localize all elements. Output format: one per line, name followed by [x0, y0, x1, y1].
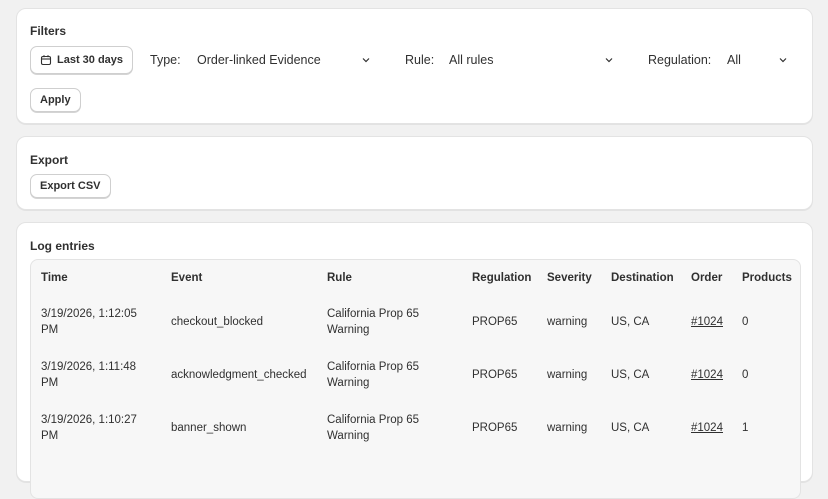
col-header-destination: Destination [611, 272, 674, 284]
regulation-label: Regulation: [648, 53, 712, 67]
order-link[interactable]: #1024 [691, 316, 723, 328]
col-header-event: Event [171, 272, 203, 284]
regulation-select[interactable]: All [727, 49, 789, 71]
regulation-select-value: All [727, 53, 741, 67]
row-order: #1024 [691, 314, 723, 330]
row-severity: warning [547, 422, 588, 434]
type-select-value: Order-linked Evidence [197, 53, 321, 67]
log-title: Log entries [30, 239, 95, 253]
date-range-button[interactable]: Last 30 days [30, 46, 134, 74]
row-order: #1024 [691, 420, 723, 436]
export-title: Export [30, 153, 69, 167]
calendar-icon [40, 55, 52, 66]
chevron-down-icon [605, 58, 613, 63]
type-label: Type: [150, 53, 181, 67]
order-link[interactable]: #1024 [691, 369, 723, 381]
row-destination: US, CA [611, 316, 650, 328]
row-time: 3/19/2026, 1:10:27 PM [41, 414, 137, 442]
row-products: 0 [742, 369, 749, 381]
export-csv-button[interactable]: Export CSV [30, 174, 111, 198]
col-header-rule: Rule [327, 272, 352, 284]
apply-button[interactable]: Apply [30, 88, 81, 112]
filters-card: Filters Last 30 days Type: Order-linked … [16, 8, 813, 124]
rule-select-value: All rules [449, 53, 494, 67]
row-regulation: PROP65 [472, 369, 518, 381]
chevron-down-icon [362, 58, 370, 63]
type-select[interactable]: Order-linked Evidence [197, 49, 372, 71]
row-rule: California Prop 65 Warning [327, 414, 420, 442]
row-time: 3/19/2026, 1:11:48 PM [41, 361, 137, 389]
order-link[interactable]: #1024 [691, 422, 723, 434]
row-rule: California Prop 65 Warning [327, 308, 420, 336]
export-card: Export Export CSV [16, 136, 813, 210]
col-header-regulation: Regulation [472, 272, 532, 284]
row-destination: US, CA [611, 422, 650, 434]
col-header-order: Order [691, 272, 723, 284]
row-products: 0 [742, 316, 749, 328]
log-card: Log entries Time Event Rule Regulation S… [16, 222, 813, 499]
row-order: #1024 [691, 367, 723, 383]
row-regulation: PROP65 [472, 422, 518, 434]
rule-label: Rule: [405, 53, 435, 67]
row-event: banner_shown [171, 422, 247, 434]
chevron-down-icon [779, 58, 787, 63]
log-table: Time Event Rule Regulation Severity Dest… [30, 259, 801, 499]
col-header-time: Time [41, 272, 68, 284]
row-regulation: PROP65 [472, 316, 518, 328]
row-products: 1 [742, 422, 749, 434]
col-header-severity: Severity [547, 272, 592, 284]
row-event: acknowledgment_checked [171, 369, 307, 381]
row-rule: California Prop 65 Warning [327, 361, 420, 389]
row-severity: warning [547, 316, 588, 328]
date-range-label: Last 30 days [57, 54, 124, 66]
row-severity: warning [547, 369, 588, 381]
row-event: checkout_blocked [171, 316, 264, 328]
filters-title: Filters [30, 24, 67, 38]
col-header-products: Products [742, 272, 792, 284]
row-destination: US, CA [611, 369, 650, 381]
rule-select[interactable]: All rules [449, 49, 615, 71]
row-time: 3/19/2026, 1:12:05 PM [41, 308, 137, 336]
